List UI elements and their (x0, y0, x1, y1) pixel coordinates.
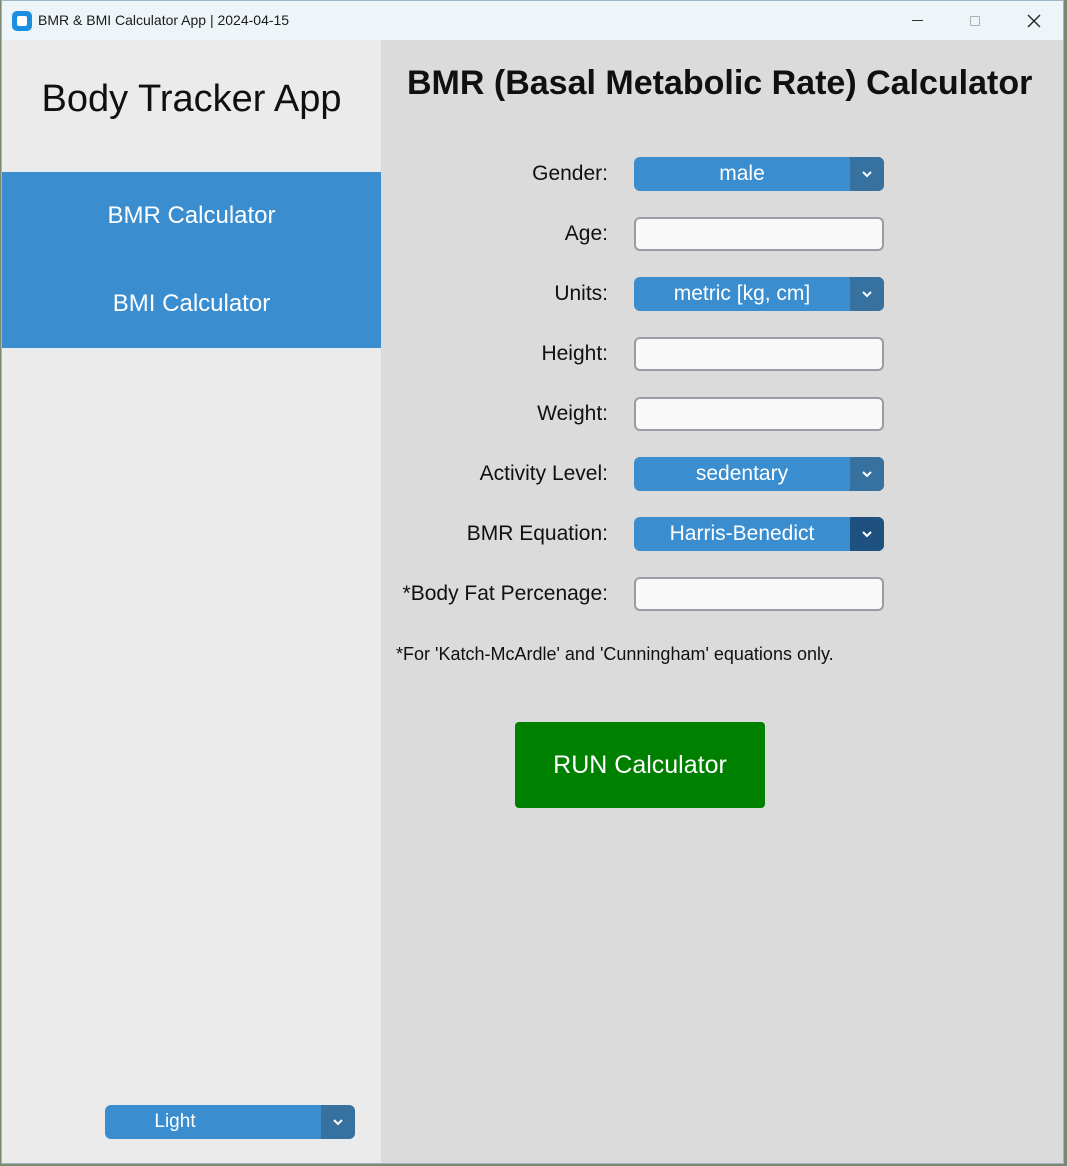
maximize-button[interactable] (946, 1, 1004, 40)
chevron-down-icon (862, 471, 872, 478)
weight-input[interactable] (634, 397, 884, 431)
bmr-equation-dropdown-arrow[interactable] (850, 517, 884, 551)
appearance-mode-value: Light (154, 1111, 196, 1132)
sidebar-nav: BMR Calculator BMI Calculator (2, 172, 381, 348)
bmr-equation-value: Harris-Benedict (669, 522, 815, 545)
age-input[interactable] (634, 217, 884, 251)
app-icon (12, 11, 32, 31)
activity-level-value: sedentary (695, 462, 789, 485)
body-fat-note: *For 'Katch-McArdle' and 'Cunningham' eq… (396, 644, 834, 664)
gender-label: Gender: (532, 162, 608, 185)
title-bar: BMR & BMI Calculator App | 2024-04-15 (2, 1, 1063, 40)
window-title: BMR & BMI Calculator App | 2024-04-15 (38, 12, 290, 28)
activity-level-label: Activity Level: (479, 462, 608, 485)
chevron-down-icon (333, 1119, 343, 1126)
nav-bmr-calculator-button[interactable]: BMR Calculator (2, 172, 381, 260)
units-select[interactable]: metric [kg, cm] (634, 277, 884, 311)
maximize-icon (970, 15, 980, 26)
appearance-mode-select[interactable]: Light (105, 1105, 355, 1139)
minimize-icon (911, 20, 923, 21)
chevron-down-icon (862, 171, 872, 178)
bmr-calculator-panel: BMR (Basal Metabolic Rate) Calculator Ge… (381, 40, 1063, 1163)
units-label: Units: (554, 282, 608, 305)
height-label: Height: (541, 342, 608, 365)
chevron-down-icon (862, 291, 872, 298)
run-calculator-button[interactable]: RUN Calculator (515, 722, 765, 808)
activity-level-select[interactable]: sedentary (634, 457, 884, 491)
gender-dropdown-arrow[interactable] (850, 157, 884, 191)
page-title: BMR (Basal Metabolic Rate) Calculator (407, 64, 1033, 102)
app-window: BMR & BMI Calculator App | 2024-04-15 Bo… (1, 0, 1064, 1164)
height-input[interactable] (634, 337, 884, 371)
weight-label: Weight: (537, 402, 608, 425)
nav-bmi-calculator-button[interactable]: BMI Calculator (2, 260, 381, 348)
bmr-equation-select[interactable]: Harris-Benedict (634, 517, 884, 551)
body-fat-label: *Body Fat Percenage: (402, 582, 608, 605)
body-fat-input[interactable] (634, 577, 884, 611)
chevron-down-icon (862, 531, 872, 538)
gender-select[interactable]: male (634, 157, 884, 191)
gender-value: male (719, 162, 765, 185)
appearance-mode-arrow[interactable] (321, 1105, 355, 1139)
bmr-equation-label: BMR Equation: (466, 522, 608, 545)
units-value: metric [kg, cm] (673, 282, 811, 305)
close-button[interactable] (1005, 1, 1063, 40)
sidebar: Body Tracker App BMR Calculator BMI Calc… (2, 40, 381, 1163)
app-title: Body Tracker App (41, 78, 342, 120)
close-icon (1027, 14, 1041, 27)
activity-level-dropdown-arrow[interactable] (850, 457, 884, 491)
minimize-button[interactable] (888, 1, 946, 40)
units-dropdown-arrow[interactable] (850, 277, 884, 311)
age-label: Age: (564, 222, 608, 245)
